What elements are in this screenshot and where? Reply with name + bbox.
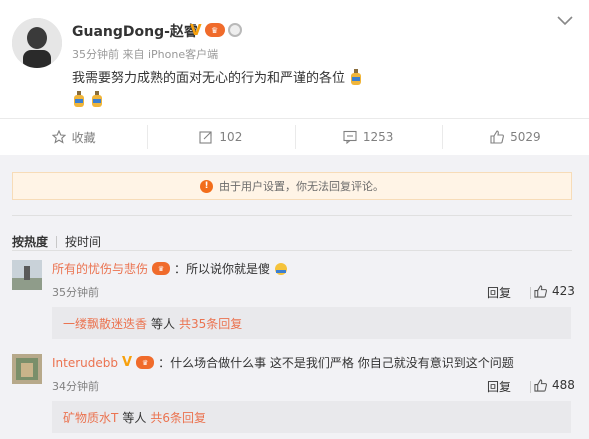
bottle-emoji-icon (74, 91, 84, 107)
sort-by-hot-tab[interactable]: 按热度 (12, 233, 48, 250)
author-badges: V ♛ (190, 21, 242, 39)
bottle-emoji-icon (351, 69, 362, 85)
post-text-content: 我需要努力成熟的面对无心的行为和严谨的各位 (72, 71, 346, 86)
sub-reply-user[interactable]: 一缕飘散迷迭香 (63, 315, 147, 332)
commenter-avatar[interactable] (12, 354, 42, 384)
comment-time: 35分钟前 (52, 286, 99, 299)
star-icon (51, 130, 66, 144)
comment-icon (343, 130, 357, 144)
sort-by-time-tab[interactable]: 按时间 (65, 233, 101, 250)
thumbs-up-icon (490, 130, 505, 144)
vip-crown-icon[interactable]: ♛ (204, 23, 225, 37)
bottle-emoji-icon (92, 91, 102, 107)
comment-sort-tabs: 按热度 按时间 (12, 233, 101, 250)
comment-line: Interudebb V ♛ ：什么场合做什么事 这不是我们严格 你自己就没有意… (52, 354, 514, 371)
action-separator (530, 381, 531, 393)
vip-crown-icon[interactable]: ♛ (136, 356, 155, 369)
comment-time: 34分钟前 (52, 380, 99, 393)
reply-restricted-notice: ! 由于用户设置，你无法回复评论。 (12, 172, 572, 200)
sub-reply-count[interactable]: 共6条回复 (150, 409, 206, 426)
thumbs-up-icon (534, 284, 547, 298)
favorite-button[interactable]: 收藏 (0, 119, 147, 155)
divider (12, 250, 572, 251)
verified-v-icon[interactable]: V (122, 355, 132, 370)
comment-like-count: 488 (552, 378, 575, 392)
bottle-emoji-icon (275, 262, 288, 275)
comments-section: ! 由于用户设置，你无法回复评论。 按热度 按时间 所有的忧伤与悲伤 ♛ ：所以… (0, 155, 589, 439)
author-avatar[interactable] (12, 18, 62, 68)
sub-reply-summary[interactable]: 一缕飘散迷迭香 等人 共35条回复 (52, 307, 571, 339)
post-action-bar: 收藏 102 1253 5029 (0, 118, 589, 155)
warning-icon: ! (200, 179, 213, 193)
reply-button[interactable]: 回复 (487, 284, 511, 301)
sub-reply-count[interactable]: 共35条回复 (179, 315, 242, 332)
sub-reply-others: 等人 (122, 410, 147, 425)
post-emoji-row (72, 91, 104, 107)
chevron-down-icon[interactable] (556, 14, 574, 28)
comment-line: 所有的忧伤与悲伤 ♛ ：所以说你就是傻 (52, 260, 288, 277)
medal-icon[interactable] (227, 23, 242, 37)
sub-reply-others: 等人 (151, 316, 176, 331)
commenter-name[interactable]: 所有的忧伤与悲伤 (52, 260, 148, 277)
vip-crown-icon[interactable]: ♛ (152, 262, 171, 275)
repost-button[interactable]: 102 (147, 119, 294, 155)
comment-text: ：所以说你就是傻 (174, 262, 271, 276)
verified-v-icon[interactable]: V (190, 21, 202, 39)
comment-button[interactable]: 1253 (294, 119, 442, 155)
like-button[interactable]: 5029 (441, 119, 589, 155)
comment-text: ：什么场合做什么事 这不是我们严格 你自己就没有意识到这个问题 (158, 356, 514, 370)
notice-text: 由于用户设置，你无法回复评论。 (219, 180, 384, 193)
comment-like-count: 423 (552, 284, 575, 298)
repost-count: 102 (219, 130, 243, 144)
action-separator (530, 287, 531, 299)
comment-like-button[interactable]: 488 (534, 378, 575, 392)
like-count: 5029 (510, 130, 541, 144)
author-name[interactable]: GuangDong-赵睿 (72, 21, 198, 41)
post-meta: 35分钟前 来自 iPhone客户端 (72, 48, 219, 61)
post-text: 我需要努力成熟的面对无心的行为和严谨的各位 (72, 67, 363, 86)
reply-button[interactable]: 回复 (487, 378, 511, 395)
commenter-avatar[interactable] (12, 260, 42, 290)
commenter-name[interactable]: Interudebb (52, 356, 118, 370)
divider (12, 215, 572, 216)
sub-reply-summary[interactable]: 矿物质水T 等人 共6条回复 (52, 401, 571, 433)
weibo-post: GuangDong-赵睿 V ♛ 35分钟前 来自 iPhone客户端 我需要努… (0, 0, 589, 118)
sub-reply-user[interactable]: 矿物质水T (63, 409, 118, 426)
favorite-label: 收藏 (71, 130, 96, 145)
comment-like-button[interactable]: 423 (534, 284, 575, 298)
sort-separator (56, 235, 58, 248)
repost-icon (199, 131, 212, 144)
comment-count: 1253 (362, 130, 394, 144)
thumbs-up-icon (534, 378, 547, 392)
